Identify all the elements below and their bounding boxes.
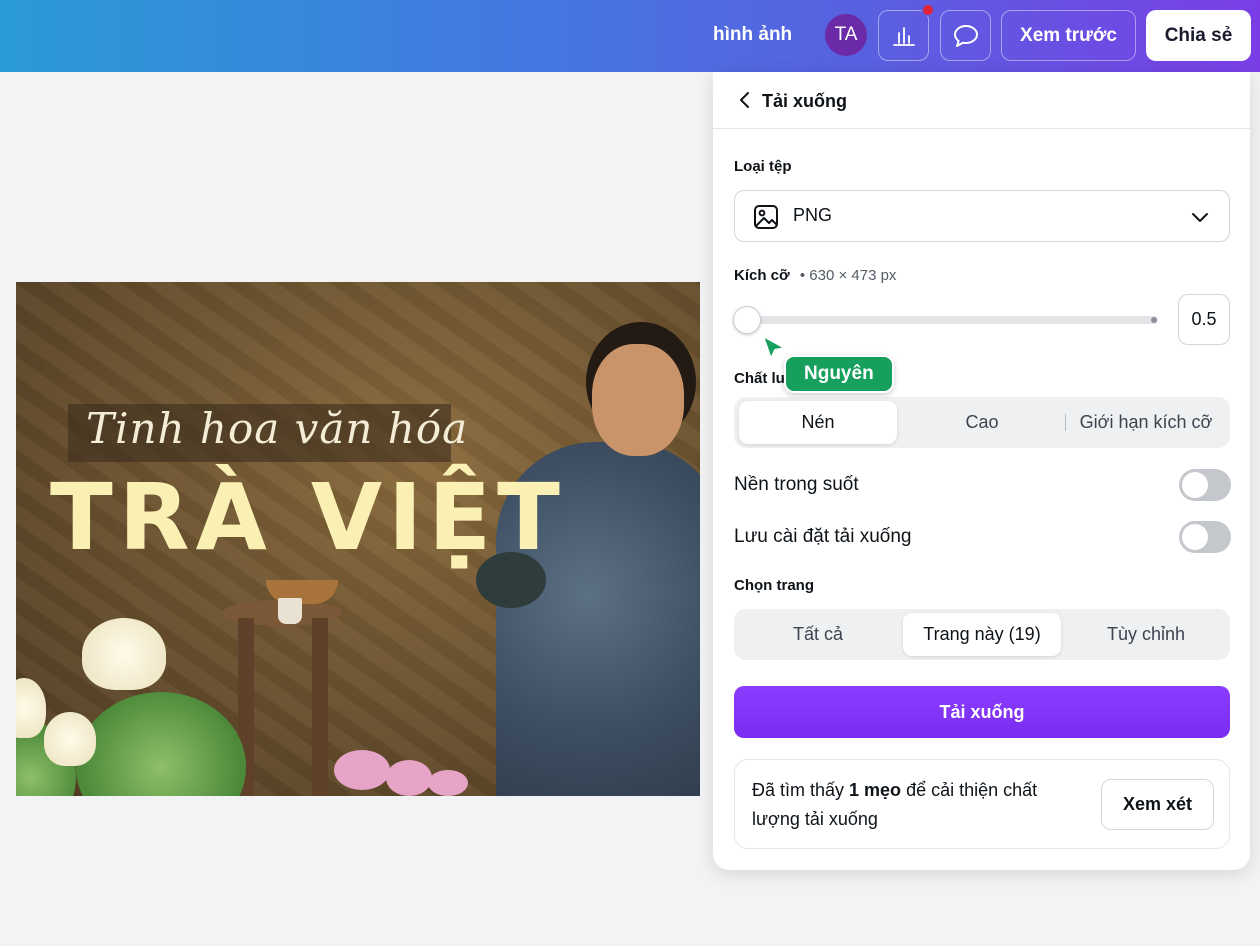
tea-cup-image (278, 598, 302, 624)
collaborator-cursor-icon (762, 335, 786, 360)
save-settings-label: Lưu cài đặt tải xuống (734, 526, 912, 547)
pages-option-this-page[interactable]: Trang này (19) (903, 613, 1061, 656)
size-dimensions: • 630 × 473 px (799, 267, 897, 284)
quality-option-compressed[interactable]: Nén (739, 401, 897, 444)
pages-option-custom[interactable]: Tùy chỉnh (1067, 613, 1225, 656)
size-slider-thumb[interactable] (733, 306, 761, 334)
tip-box: Đã tìm thấy 1 mẹo để cải thiện chất lượn… (734, 759, 1230, 849)
file-type-select[interactable]: PNG (734, 190, 1230, 242)
transparent-bg-toggle[interactable] (1179, 469, 1231, 501)
quality-segmented-control: Nén Cao Giới hạn kích cỡ (734, 397, 1230, 448)
quality-option-size-limit[interactable]: Giới hạn kích cỡ (1067, 401, 1225, 444)
user-avatar[interactable]: TA (825, 14, 867, 56)
quality-option-high[interactable]: Cao (903, 401, 1061, 444)
speech-bubble-icon (953, 24, 978, 47)
bar-chart-icon (892, 26, 915, 46)
preview-button[interactable]: Xem trước (1001, 10, 1136, 61)
share-button[interactable]: Chia sẻ (1146, 10, 1251, 61)
size-input[interactable]: 0.5 (1178, 294, 1230, 345)
chevron-down-icon (1192, 213, 1208, 222)
lotus-flower-image (82, 618, 166, 690)
panel-header: Tải xuống (713, 72, 1250, 129)
file-type-value: PNG (793, 205, 833, 225)
pages-label: Chọn trang (734, 577, 814, 594)
design-script-title: Tinh hoa văn hóa (86, 404, 469, 453)
collaborator-tag: Nguyên (784, 355, 894, 393)
size-label: Kích cỡ • 630 × 473 px (734, 267, 897, 284)
comment-button[interactable] (940, 10, 991, 61)
design-canvas[interactable]: Tinh hoa văn hóa TRÀ VIỆT (16, 282, 700, 796)
notification-dot (922, 4, 934, 16)
file-name[interactable]: hình ảnh (713, 24, 792, 46)
file-type-label: Loại tệp (734, 158, 792, 175)
pages-option-all[interactable]: Tất cả (739, 613, 897, 656)
top-bar: hình ảnh TA Xem trước Chia sẻ (0, 0, 1260, 72)
size-slider-track[interactable] (746, 316, 1158, 324)
panel-title: Tải xuống (762, 91, 847, 111)
slider-end-marker (1151, 317, 1157, 323)
save-settings-row: Lưu cài đặt tải xuống (734, 521, 1231, 553)
save-settings-toggle[interactable] (1179, 521, 1231, 553)
tip-text: Đã tìm thấy 1 mẹo để cải thiện chất lượn… (752, 780, 1038, 829)
transparent-bg-label: Nền trong suốt (734, 474, 859, 495)
review-button[interactable]: Xem xét (1101, 779, 1214, 830)
download-button[interactable]: Tải xuống (734, 686, 1230, 738)
insights-button[interactable] (878, 10, 929, 61)
image-icon (754, 205, 778, 229)
chevron-left-icon[interactable] (735, 90, 755, 110)
transparent-bg-row: Nền trong suốt (734, 469, 1231, 501)
pages-segmented-control: Tất cả Trang này (19) Tùy chỉnh (734, 609, 1230, 660)
pink-flowers-image (334, 750, 390, 790)
download-panel: Tải xuống Loại tệp PNG Kích cỡ • 630 × 4… (713, 72, 1250, 870)
design-big-title: TRÀ VIỆT (50, 464, 566, 571)
